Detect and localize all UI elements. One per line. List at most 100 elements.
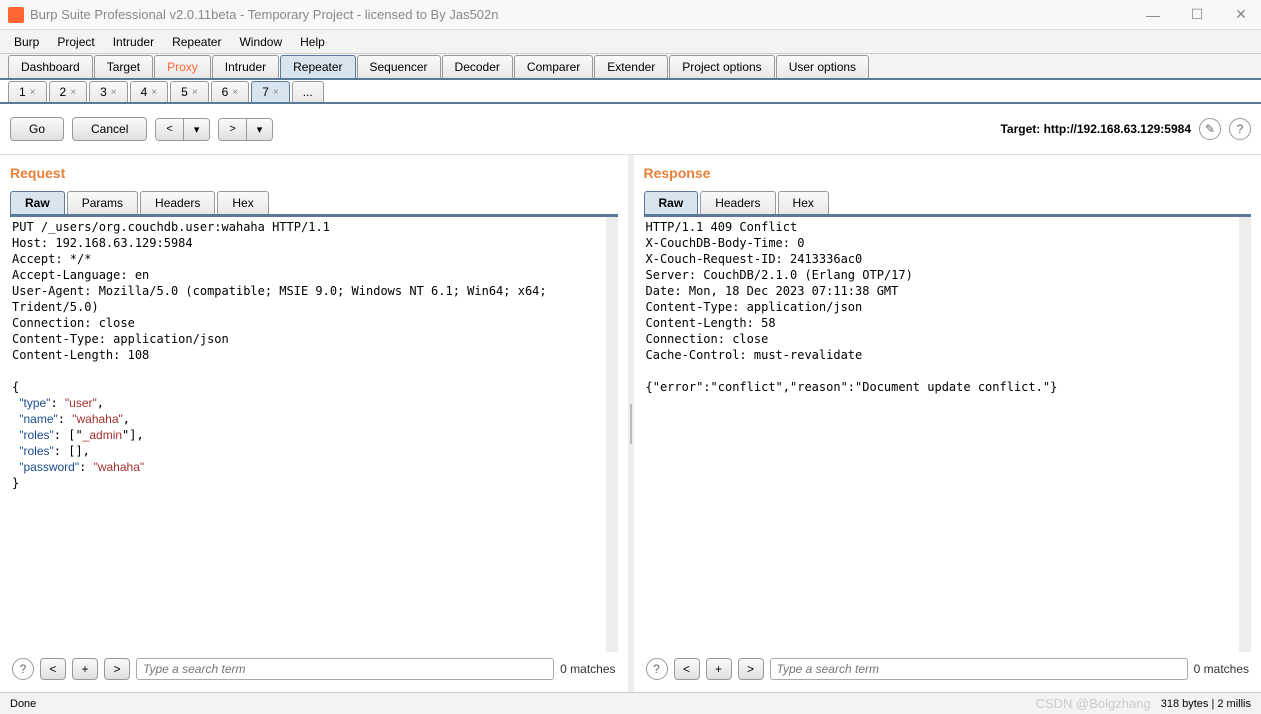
- tab-comparer[interactable]: Comparer: [514, 55, 593, 78]
- repeater-tab-label: 7: [262, 85, 269, 99]
- watermark: CSDN @Bolgzhang: [1036, 696, 1151, 711]
- response-search-input[interactable]: [770, 658, 1188, 680]
- response-search-next[interactable]: >: [738, 658, 764, 680]
- split-divider[interactable]: [628, 155, 634, 692]
- repeater-tabs: 1× 2× 3× 4× 5× 6× 7× ...: [0, 80, 1261, 104]
- app-icon: [8, 7, 24, 23]
- tab-decoder[interactable]: Decoder: [442, 55, 513, 78]
- history-back-button[interactable]: <: [156, 119, 183, 140]
- status-right: 318 bytes | 2 millis: [1161, 698, 1251, 710]
- history-back-dropdown[interactable]: ▾: [184, 119, 210, 140]
- request-response-split: Request Raw Params Headers Hex PUT /_use…: [0, 154, 1261, 692]
- question-icon: ?: [20, 662, 27, 676]
- history-forward-button[interactable]: >: [219, 119, 246, 140]
- request-search-prev[interactable]: <: [40, 658, 66, 680]
- tab-dashboard[interactable]: Dashboard: [8, 55, 93, 78]
- menu-window[interactable]: Window: [231, 33, 290, 51]
- window-title: Burp Suite Professional v2.0.11beta - Te…: [30, 7, 1141, 22]
- close-button[interactable]: ✕: [1229, 3, 1253, 27]
- close-icon[interactable]: ×: [70, 87, 76, 98]
- repeater-tab-7[interactable]: 7×: [251, 81, 290, 102]
- tab-target[interactable]: Target: [94, 55, 153, 78]
- response-search-matches: 0 matches: [1194, 662, 1249, 676]
- repeater-tab-label: 3: [100, 85, 107, 99]
- request-panel: Request Raw Params Headers Hex PUT /_use…: [0, 155, 628, 692]
- titlebar: Burp Suite Professional v2.0.11beta - Te…: [0, 0, 1261, 30]
- statusbar: Done CSDN @Bolgzhang 318 bytes | 2 milli…: [0, 692, 1261, 714]
- menu-burp[interactable]: Burp: [6, 33, 47, 51]
- tab-extender[interactable]: Extender: [594, 55, 668, 78]
- request-view-tabs: Raw Params Headers Hex: [10, 191, 618, 217]
- repeater-tab-label: ...: [303, 85, 313, 99]
- cancel-button[interactable]: Cancel: [72, 117, 147, 141]
- response-panel: Response Raw Headers Hex HTTP/1.1 409 Co…: [634, 155, 1261, 692]
- response-search-prev[interactable]: <: [674, 658, 700, 680]
- help-button[interactable]: ?: [1229, 118, 1251, 140]
- close-icon[interactable]: ×: [192, 87, 198, 98]
- history-forward-dropdown[interactable]: ▾: [247, 119, 273, 140]
- response-tab-hex[interactable]: Hex: [778, 191, 829, 214]
- request-title: Request: [10, 161, 618, 185]
- request-editor[interactable]: PUT /_users/org.couchdb.user:wahaha HTTP…: [10, 217, 618, 652]
- repeater-tab-5[interactable]: 5×: [170, 81, 209, 102]
- minimize-button[interactable]: —: [1141, 3, 1165, 27]
- repeater-tab-1[interactable]: 1×: [8, 81, 47, 102]
- close-icon[interactable]: ×: [111, 87, 117, 98]
- request-tab-params[interactable]: Params: [67, 191, 138, 214]
- tab-repeater[interactable]: Repeater: [280, 55, 355, 78]
- repeater-tab-4[interactable]: 4×: [130, 81, 169, 102]
- response-tab-headers[interactable]: Headers: [700, 191, 775, 214]
- menu-intruder[interactable]: Intruder: [105, 33, 162, 51]
- repeater-tab-2[interactable]: 2×: [49, 81, 88, 102]
- request-tab-headers[interactable]: Headers: [140, 191, 215, 214]
- pencil-icon: ✎: [1205, 122, 1215, 136]
- request-search-add[interactable]: +: [72, 658, 98, 680]
- request-tab-raw[interactable]: Raw: [10, 191, 65, 214]
- question-icon: ?: [653, 662, 660, 676]
- response-view-tabs: Raw Headers Hex: [644, 191, 1252, 217]
- question-icon: ?: [1237, 122, 1244, 136]
- tab-user-options[interactable]: User options: [776, 55, 869, 78]
- history-back-group: < ▾: [155, 118, 210, 141]
- response-viewer[interactable]: HTTP/1.1 409 Conflict X-CouchDB-Body-Tim…: [644, 217, 1252, 652]
- repeater-tab-label: 4: [141, 85, 148, 99]
- response-title: Response: [644, 161, 1252, 185]
- menubar: Burp Project Intruder Repeater Window He…: [0, 30, 1261, 54]
- response-tab-raw[interactable]: Raw: [644, 191, 699, 214]
- target-label: Target: http://192.168.63.129:5984: [1000, 122, 1191, 136]
- close-icon[interactable]: ×: [151, 87, 157, 98]
- repeater-tab-6[interactable]: 6×: [211, 81, 250, 102]
- status-left: Done: [10, 698, 36, 710]
- close-icon[interactable]: ×: [273, 87, 279, 98]
- repeater-tab-label: 5: [181, 85, 188, 99]
- repeater-tab-new[interactable]: ...: [292, 81, 324, 102]
- request-search-options[interactable]: ?: [12, 658, 34, 680]
- menu-project[interactable]: Project: [49, 33, 102, 51]
- request-search-bar: ? < + > 0 matches: [10, 652, 618, 686]
- close-icon[interactable]: ×: [30, 87, 36, 98]
- response-search-options[interactable]: ?: [646, 658, 668, 680]
- tab-intruder[interactable]: Intruder: [212, 55, 279, 78]
- edit-target-button[interactable]: ✎: [1199, 118, 1221, 140]
- close-icon[interactable]: ×: [232, 87, 238, 98]
- response-search-add[interactable]: +: [706, 658, 732, 680]
- history-forward-group: > ▾: [218, 118, 273, 141]
- repeater-toolbar: Go Cancel < ▾ > ▾ Target: http://192.168…: [0, 104, 1261, 154]
- repeater-tab-label: 2: [60, 85, 67, 99]
- tab-sequencer[interactable]: Sequencer: [357, 55, 441, 78]
- menu-help[interactable]: Help: [292, 33, 333, 51]
- request-tab-hex[interactable]: Hex: [217, 191, 268, 214]
- repeater-tab-3[interactable]: 3×: [89, 81, 128, 102]
- go-button[interactable]: Go: [10, 117, 64, 141]
- tab-proxy[interactable]: Proxy: [154, 55, 211, 78]
- response-search-bar: ? < + > 0 matches: [644, 652, 1252, 686]
- request-search-matches: 0 matches: [560, 662, 615, 676]
- menu-repeater[interactable]: Repeater: [164, 33, 229, 51]
- tab-project-options[interactable]: Project options: [669, 55, 774, 78]
- maximize-button[interactable]: ☐: [1185, 3, 1209, 27]
- request-search-input[interactable]: [136, 658, 554, 680]
- request-search-next[interactable]: >: [104, 658, 130, 680]
- repeater-tab-label: 1: [19, 85, 26, 99]
- repeater-tab-label: 6: [222, 85, 229, 99]
- main-tabs: Dashboard Target Proxy Intruder Repeater…: [0, 54, 1261, 80]
